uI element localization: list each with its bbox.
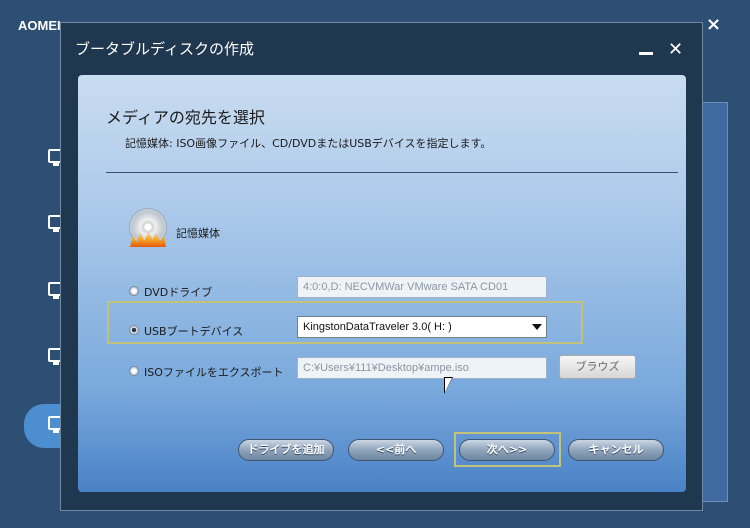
section-heading: メディアの宛先を選択 bbox=[106, 108, 265, 127]
background-panel bbox=[700, 102, 728, 502]
iso-label[interactable]: ISOファイルをエクスポート bbox=[144, 364, 284, 380]
dvd-drive-field: 4:0:0,D: NECVMWar VMware SATA CD01 bbox=[297, 276, 547, 298]
app-close-button[interactable]: × bbox=[706, 14, 721, 35]
divider bbox=[106, 172, 678, 173]
close-button[interactable]: ✕ bbox=[668, 39, 683, 60]
add-drive-button[interactable]: ドライブを追加 bbox=[238, 439, 334, 461]
media-label: 記憶媒体 bbox=[176, 227, 220, 240]
next-button[interactable]: 次へ>> bbox=[459, 439, 555, 461]
cancel-button[interactable]: キャンセル bbox=[568, 439, 664, 461]
section-description: 記憶媒体: ISO画像ファイル、CD/DVDまたはUSBデバイスを指定します。 bbox=[125, 137, 492, 150]
minimize-button[interactable] bbox=[639, 52, 653, 55]
usb-device-value: KingstonDataTraveler 3.0( H: ) bbox=[303, 321, 452, 333]
browse-button[interactable]: ブラウズ bbox=[559, 355, 636, 379]
bootable-disk-dialog: ブータブルディスクの作成 ✕ メディアの宛先を選択 記憶媒体: ISO画像ファイ… bbox=[60, 22, 703, 511]
usb-device-select[interactable]: KingstonDataTraveler 3.0( H: ) bbox=[297, 316, 547, 338]
chevron-down-icon bbox=[532, 324, 542, 330]
iso-path-field: C:¥Users¥111¥Desktop¥ampe.iso bbox=[297, 357, 547, 379]
usb-radio[interactable] bbox=[129, 325, 139, 335]
iso-radio[interactable] bbox=[129, 366, 139, 376]
app-title: AOMEI bbox=[18, 18, 61, 33]
disc-burn-icon bbox=[130, 209, 166, 247]
back-button[interactable]: <<前へ bbox=[348, 439, 444, 461]
usb-label[interactable]: USBブートデバイス bbox=[144, 323, 243, 339]
dialog-content-panel: メディアの宛先を選択 記憶媒体: ISO画像ファイル、CD/DVDまたはUSBデ… bbox=[78, 75, 686, 492]
dvd-radio[interactable] bbox=[129, 286, 139, 296]
dialog-title: ブータブルディスクの作成 bbox=[75, 40, 254, 58]
dvd-label[interactable]: DVDドライブ bbox=[144, 284, 212, 300]
mouse-cursor-fill bbox=[445, 378, 452, 392]
